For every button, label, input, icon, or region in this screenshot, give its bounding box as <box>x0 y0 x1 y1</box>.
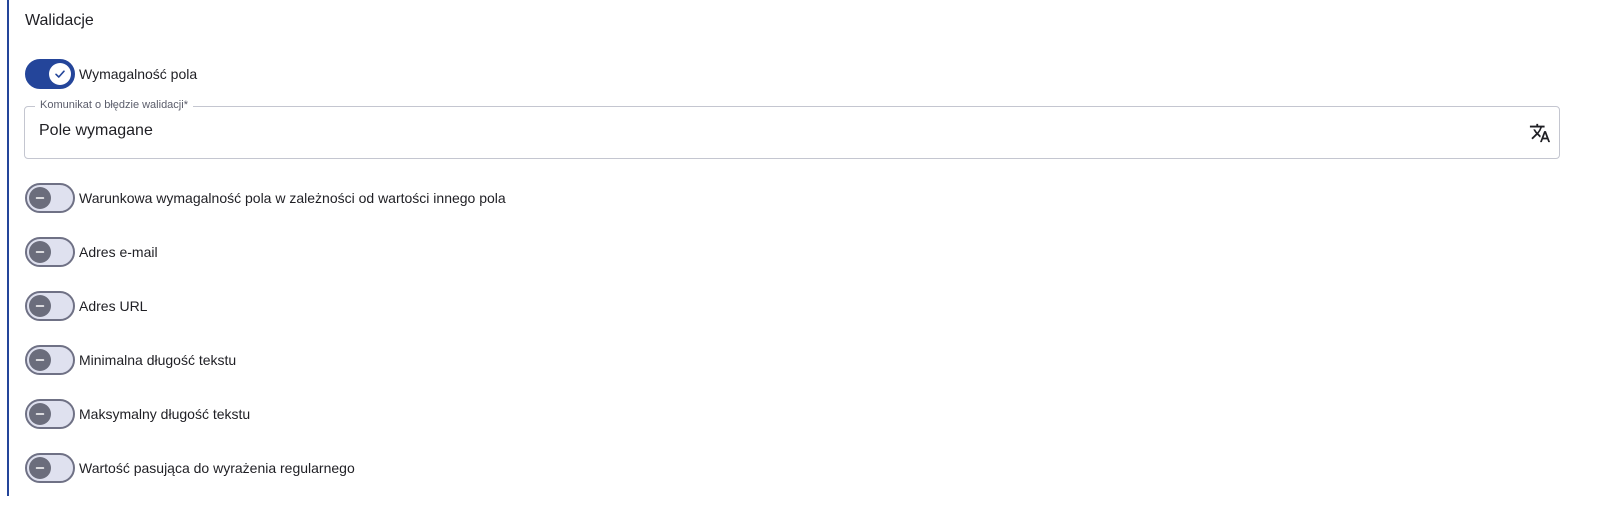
minus-icon <box>29 403 51 425</box>
translate-icon[interactable] <box>1527 120 1553 146</box>
url-toggle-label: Adres URL <box>79 298 148 314</box>
email-toggle-label: Adres e-mail <box>79 244 158 260</box>
section-title: Walidacje <box>25 12 94 29</box>
min-length-toggle-label: Minimalna długość tekstu <box>79 352 237 368</box>
regex-toggle-label: Wartość pasująca do wyrażenia regularneg… <box>79 460 355 476</box>
toggle-row-url: Adres URL <box>25 290 147 322</box>
minus-icon <box>29 295 51 317</box>
toggle-row-regex: Wartość pasująca do wyrażenia regularneg… <box>25 452 355 484</box>
required-toggle-row: Wymagalność pola <box>25 58 197 90</box>
toggle-row-min-length: Minimalna długość tekstu <box>25 344 236 376</box>
toggle-row-max-length: Maksymalny długość tekstu <box>25 398 250 430</box>
max-length-toggle-label: Maksymalny długość tekstu <box>79 406 251 422</box>
required-toggle-switch[interactable] <box>25 59 75 89</box>
email-toggle-switch[interactable] <box>25 237 75 267</box>
conditional-required-toggle-switch[interactable] <box>25 183 75 213</box>
minus-icon <box>29 457 51 479</box>
regex-toggle-switch[interactable] <box>25 453 75 483</box>
error-message-field-label: Komunikat o błędzie walidacji* <box>35 99 193 111</box>
url-toggle-switch[interactable] <box>25 291 75 321</box>
minus-icon <box>29 187 51 209</box>
required-toggle-label: Wymagalność pola <box>79 66 198 82</box>
max-length-toggle-switch[interactable] <box>25 399 75 429</box>
error-message-input[interactable] <box>39 122 1499 140</box>
section-left-rule <box>7 0 9 496</box>
minus-icon <box>29 241 51 263</box>
conditional-required-toggle-label: Warunkowa wymagalność pola w zależności … <box>79 190 506 206</box>
error-message-field[interactable]: Komunikat o błędzie walidacji* <box>24 99 1560 159</box>
check-icon <box>49 63 71 85</box>
toggle-row-conditional-required: Warunkowa wymagalność pola w zależności … <box>25 182 506 214</box>
toggle-row-email: Adres e-mail <box>25 236 158 268</box>
minus-icon <box>29 349 51 371</box>
min-length-toggle-switch[interactable] <box>25 345 75 375</box>
